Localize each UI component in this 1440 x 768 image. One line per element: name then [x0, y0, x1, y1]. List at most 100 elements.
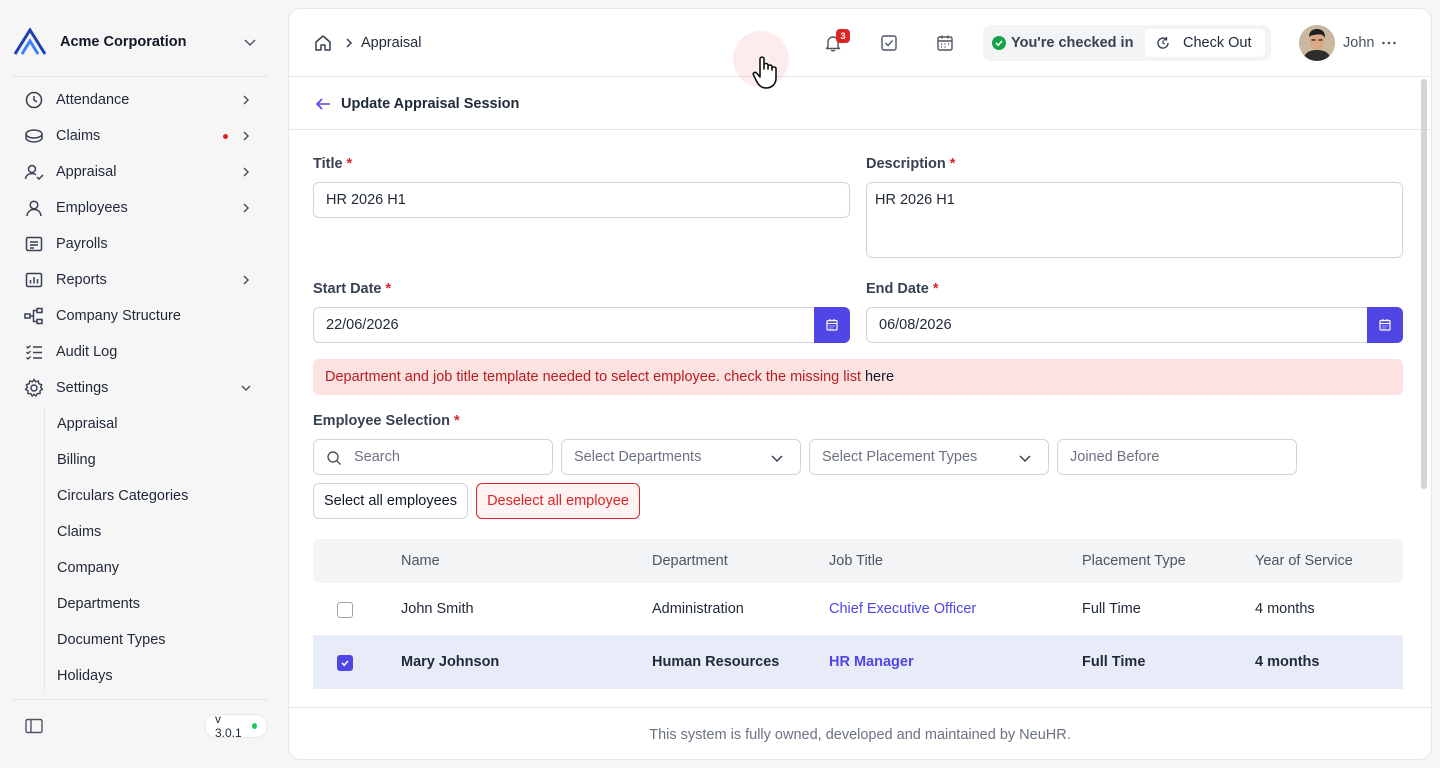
- org-switcher[interactable]: Acme Corporation: [12, 24, 268, 60]
- more-horizontal-icon[interactable]: [1379, 33, 1399, 53]
- table-row[interactable]: John Smith Administration Chief Executiv…: [313, 583, 1403, 636]
- sidebar-nav: Attendance Claims Appraisal Employees Pa…: [12, 82, 268, 406]
- submenu-item-circulars-categories[interactable]: Circulars Categories: [45, 478, 268, 514]
- submenu-item-document-types[interactable]: Document Types: [45, 622, 268, 658]
- required-mark: *: [949, 156, 956, 172]
- submenu-item-appraisal[interactable]: Appraisal: [45, 406, 268, 442]
- scrollbar[interactable]: [1421, 79, 1427, 489]
- submenu-item-billing[interactable]: Billing: [45, 442, 268, 478]
- notification-badge: 3: [836, 29, 850, 43]
- sidebar-item-audit-log[interactable]: Audit Log: [12, 334, 268, 370]
- description-textarea[interactable]: HR 2026 H1: [866, 182, 1403, 258]
- user-name[interactable]: John: [1343, 33, 1374, 53]
- sidebar-item-claims[interactable]: Claims: [12, 118, 268, 154]
- submenu-item-holidays[interactable]: Holidays: [45, 658, 268, 694]
- submenu-item-departments[interactable]: Departments: [45, 586, 268, 622]
- placement-placeholder: Select Placement Types: [822, 449, 978, 465]
- alert-here-link[interactable]: here: [865, 369, 894, 385]
- sidebar-item-settings[interactable]: Settings: [12, 370, 268, 406]
- status-dot: [251, 723, 257, 729]
- calendar-icon: [826, 319, 838, 331]
- home-icon[interactable]: [313, 33, 333, 53]
- sidebar-toggle-icon[interactable]: [24, 716, 44, 736]
- company-logo-icon: [12, 27, 48, 57]
- page-title: Update Appraisal Session: [341, 96, 520, 112]
- chevron-down-icon[interactable]: [240, 32, 260, 52]
- page-header: Update Appraisal Session: [289, 77, 1431, 130]
- cell-job-title-link[interactable]: HR Manager: [829, 653, 914, 671]
- check-out-label: Check Out: [1183, 35, 1252, 51]
- sidebar-divider: [12, 76, 268, 77]
- end-date-input[interactable]: 06/08/2026: [866, 307, 1369, 343]
- check-out-button[interactable]: Check Out: [1145, 29, 1265, 57]
- task-check-icon[interactable]: [879, 33, 899, 53]
- joined-before-input[interactable]: Joined Before: [1057, 439, 1297, 475]
- joined-before-placeholder: Joined Before: [1070, 449, 1160, 465]
- description-label-text: Description: [866, 156, 946, 172]
- start-date-label: Start Date *: [313, 279, 391, 299]
- calendar-icon: [1379, 319, 1391, 331]
- footer-text: This system is fully owned, developed an…: [649, 726, 1071, 743]
- cell-job-title-link[interactable]: Chief Executive Officer: [829, 600, 976, 618]
- cell-name: Mary Johnson: [401, 654, 500, 670]
- chart-icon: [24, 270, 44, 290]
- alert-text: Department and job title template needed…: [325, 369, 861, 385]
- row-checkbox-checked[interactable]: [337, 655, 353, 671]
- end-date-label-text: End Date: [866, 281, 929, 297]
- sidebar-item-label: Employees: [56, 200, 128, 216]
- notification-dot: [223, 134, 228, 139]
- column-header-department[interactable]: Department: [652, 552, 728, 570]
- column-header-job-title[interactable]: Job Title: [829, 552, 883, 570]
- required-mark: *: [932, 281, 939, 297]
- submenu-item-company[interactable]: Company: [45, 550, 268, 586]
- employee-search-input[interactable]: Search: [313, 439, 553, 475]
- title-input[interactable]: HR 2026 H1: [313, 182, 850, 218]
- select-all-employees-button[interactable]: Select all employees: [313, 483, 468, 519]
- sidebar-item-payrolls[interactable]: Payrolls: [12, 226, 268, 262]
- version-text: v 3.0.1: [215, 712, 242, 740]
- avatar[interactable]: [1299, 25, 1335, 61]
- org-name: Acme Corporation: [60, 34, 187, 50]
- description-label: Description *: [866, 154, 955, 174]
- row-checkbox[interactable]: [337, 602, 353, 618]
- column-header-name[interactable]: Name: [401, 552, 440, 570]
- end-date-picker-button[interactable]: [1367, 307, 1403, 343]
- check-icon: [341, 660, 349, 667]
- start-date-input[interactable]: 22/06/2026: [313, 307, 816, 343]
- breadcrumb[interactable]: Appraisal: [361, 33, 421, 53]
- sidebar-item-appraisal[interactable]: Appraisal: [12, 154, 268, 190]
- sidebar-item-employees[interactable]: Employees: [12, 190, 268, 226]
- arrow-left-icon[interactable]: [313, 94, 333, 114]
- cell-department: Administration: [652, 601, 744, 617]
- check-circle-icon: [992, 36, 1006, 50]
- employee-table: Name Department Job Title Placement Type…: [313, 539, 1403, 689]
- checkin-status: You're checked in: [1011, 35, 1134, 51]
- title-label: Title *: [313, 154, 352, 174]
- end-date-label: End Date *: [866, 279, 939, 299]
- column-header-placement-type[interactable]: Placement Type: [1082, 552, 1186, 570]
- table-header: Name Department Job Title Placement Type…: [313, 539, 1403, 583]
- search-icon: [326, 450, 342, 466]
- refresh-clock-icon: [1155, 35, 1171, 51]
- deselect-all-employee-button[interactable]: Deselect all employee: [476, 483, 640, 519]
- submenu-item-claims[interactable]: Claims: [45, 514, 268, 550]
- sidebar-item-reports[interactable]: Reports: [12, 262, 268, 298]
- calendar-icon[interactable]: [935, 33, 955, 53]
- search-placeholder: Search: [354, 449, 400, 465]
- cell-placement-type: Full Time: [1082, 601, 1141, 617]
- required-mark: *: [346, 156, 353, 172]
- hierarchy-icon: [24, 306, 44, 326]
- placement-types-select[interactable]: Select Placement Types: [809, 439, 1049, 475]
- table-row[interactable]: Mary Johnson Human Resources HR Manager …: [313, 636, 1403, 689]
- chevron-right-icon: [341, 35, 357, 51]
- required-mark: *: [385, 281, 392, 297]
- sidebar-item-label: Company Structure: [56, 308, 181, 324]
- chevron-down-icon: [1016, 449, 1034, 467]
- cell-year-of-service: 4 months: [1255, 601, 1315, 617]
- column-header-year-of-service[interactable]: Year of Service: [1255, 552, 1353, 570]
- sidebar-item-attendance[interactable]: Attendance: [12, 82, 268, 118]
- receipt-icon: [24, 234, 44, 254]
- sidebar-item-company-structure[interactable]: Company Structure: [12, 298, 268, 334]
- start-date-picker-button[interactable]: [814, 307, 850, 343]
- departments-select[interactable]: Select Departments: [561, 439, 801, 475]
